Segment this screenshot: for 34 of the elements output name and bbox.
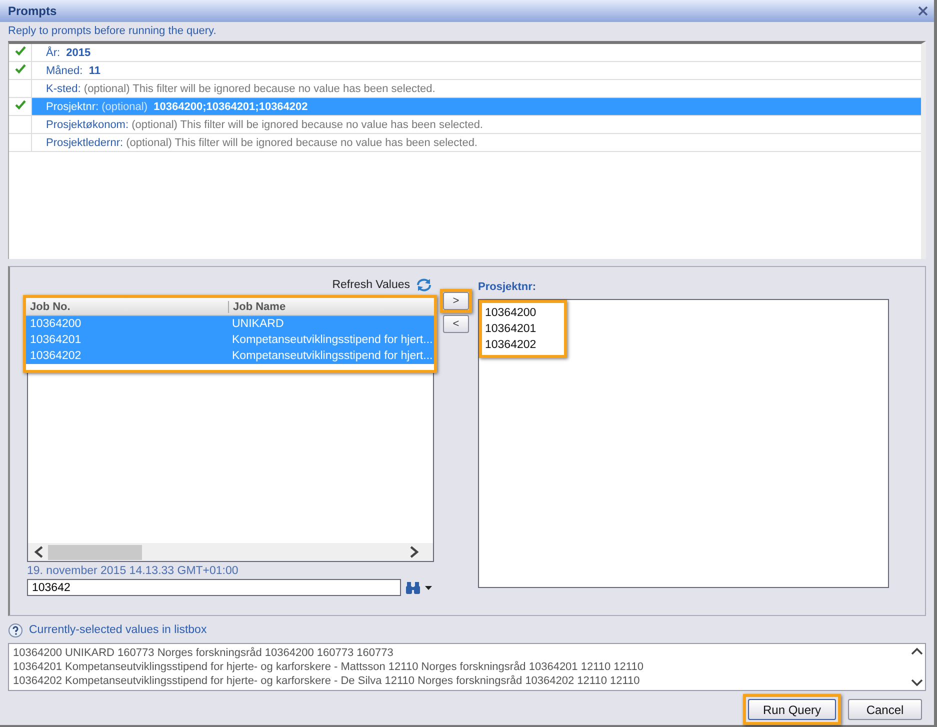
selected-values-title: Prosjektnr:	[478, 280, 538, 294]
move-button[interactable]: <	[443, 315, 469, 334]
details-title: Currently-selected values in listbox	[29, 624, 207, 636]
prompt-item[interactable]: Prosjektledernr: (optional) This filter will be ignored because no value has been selected.	[32, 134, 921, 152]
prompt-item[interactable]: Måned: 11	[32, 62, 921, 80]
prompt-item[interactable]: K-sted: (optional) This filter will be ignored because no value has been selected.	[32, 80, 921, 98]
column-header: Job Name	[232, 300, 287, 313]
details-line: 10364200 UNIKARD 160773 Norges forskningsråd 10364200 160773 160773	[13, 646, 394, 660]
timestamp-text: 19. november 2015 14.13.33 GMT+01:00	[27, 565, 240, 578]
horizontal-scrollbar[interactable]	[28, 543, 433, 562]
chevron-down-icon[interactable]	[911, 679, 923, 687]
prompt-item[interactable]: År: 2015	[32, 44, 921, 62]
window-title: Prompts	[8, 4, 57, 18]
chevron-up-icon[interactable]	[911, 647, 923, 655]
selected-value[interactable]: 10364201	[485, 321, 536, 338]
search-field[interactable]: 103642	[27, 579, 401, 596]
caret-icon[interactable]	[425, 586, 432, 590]
details-line: 10364201 Kompetanseutviklingsstipend for hjerte- og karforskere - Mattsson 12110 Norges forskningsråd 10364201 12110 12110	[13, 660, 644, 674]
column-header: Job No.	[26, 300, 229, 313]
move-button[interactable]: >	[443, 292, 469, 310]
prompt-item[interactable]: Prosjektøkonom: (optional) This filter will be ignored because no value has been selected.	[32, 116, 921, 134]
selected-value[interactable]: 10364202	[485, 337, 536, 354]
details-line: 10364202 Kompetanseutviklingsstipend for hjerte- og karforskere - De Silva 12110 Norges forskningsråd 10364202 12110 12110	[13, 674, 641, 688]
refresh-values-link[interactable]: Refresh Values	[332, 279, 410, 292]
selected-values-list[interactable]: 10364200 10364201 10364202	[478, 299, 889, 588]
refresh-icon[interactable]	[416, 278, 432, 292]
selected-details-box[interactable]	[8, 643, 926, 691]
binoculars-icon[interactable]	[405, 580, 421, 595]
dialog-button[interactable]: Cancel	[848, 699, 922, 720]
selected-value[interactable]: 10364200	[485, 305, 536, 322]
close-icon[interactable]	[918, 6, 928, 16]
help-icon[interactable]	[8, 622, 23, 638]
instruction-text: Reply to prompts before running the query.	[7, 24, 218, 39]
dialog-button[interactable]: Run Query	[748, 699, 836, 720]
